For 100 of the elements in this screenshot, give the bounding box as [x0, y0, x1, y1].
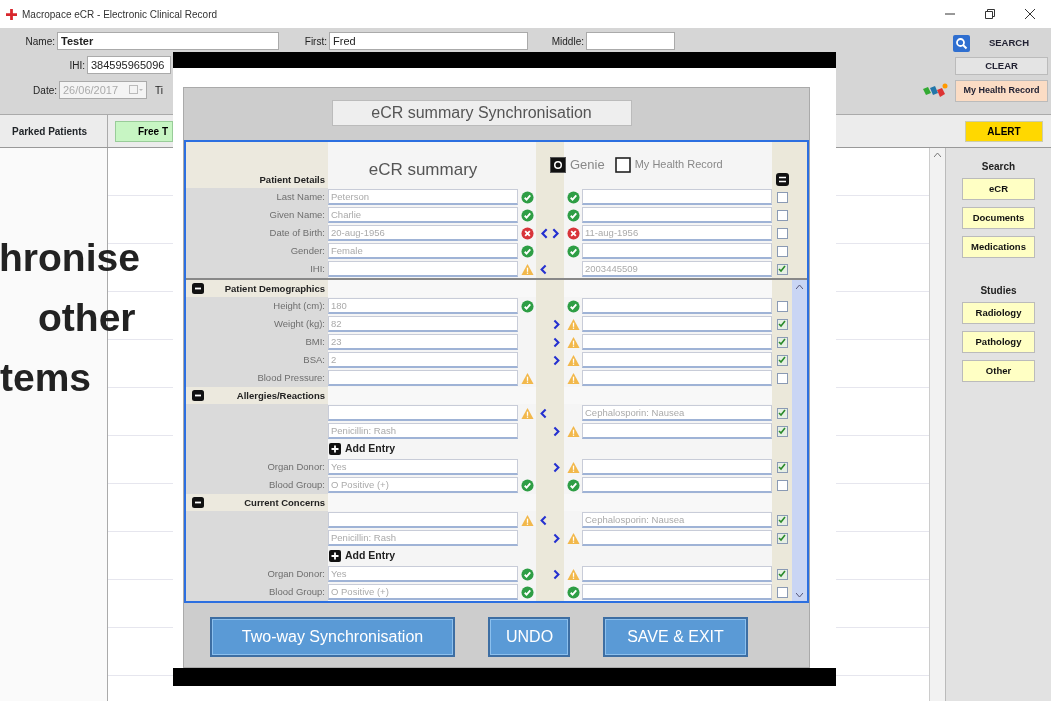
- text-field[interactable]: 82: [328, 316, 518, 332]
- text-field[interactable]: [582, 352, 772, 368]
- checkbox[interactable]: [776, 354, 788, 366]
- dialog-button[interactable]: UNDO: [488, 617, 570, 657]
- sidebar-button[interactable]: eCR: [962, 178, 1035, 200]
- search-icon[interactable]: [953, 34, 970, 52]
- text-field[interactable]: Charlie: [328, 207, 518, 223]
- text-field[interactable]: 20-aug-1956: [328, 225, 518, 241]
- free-text-button[interactable]: Free T: [115, 120, 173, 142]
- text-field[interactable]: [582, 298, 772, 314]
- dialog-button[interactable]: SAVE & EXIT: [603, 617, 748, 657]
- text-field[interactable]: Cephalosporin: Nausea: [582, 512, 772, 528]
- text-field[interactable]: Female: [328, 243, 518, 259]
- text-field[interactable]: Cephalosporin: Nausea: [582, 405, 772, 421]
- sidebar-button[interactable]: Other: [962, 360, 1035, 382]
- checkbox[interactable]: [776, 586, 788, 598]
- checkbox[interactable]: [776, 372, 788, 384]
- text-field[interactable]: [582, 189, 772, 205]
- text-field[interactable]: [328, 370, 518, 386]
- scroll-up-icon[interactable]: [934, 152, 941, 157]
- sidebar-button[interactable]: Medications: [962, 236, 1035, 258]
- text-field[interactable]: [582, 207, 772, 223]
- close-icon[interactable]: [1025, 9, 1035, 19]
- scrollbar[interactable]: [792, 278, 807, 601]
- text-field[interactable]: [582, 566, 772, 582]
- sidebar-button[interactable]: Radiology: [962, 302, 1035, 324]
- scroll-down-icon[interactable]: [796, 593, 803, 598]
- sidebar-button[interactable]: Documents: [962, 207, 1035, 229]
- collapse-icon[interactable]: [192, 497, 204, 508]
- arrow-left-icon[interactable]: [540, 514, 548, 526]
- restore-icon[interactable]: [985, 9, 995, 19]
- text-field[interactable]: 2: [328, 352, 518, 368]
- checkbox[interactable]: [776, 245, 788, 257]
- arrow-right-icon[interactable]: [552, 318, 560, 330]
- source-checkbox[interactable]: [614, 156, 631, 173]
- alert-button[interactable]: ALERT: [965, 120, 1043, 142]
- checkbox[interactable]: [776, 336, 788, 348]
- arrow-right-icon[interactable]: [552, 568, 560, 580]
- my-health-record-button[interactable]: My Health Record: [955, 80, 1048, 102]
- text-field[interactable]: Penicillin: Rash: [328, 423, 518, 439]
- checkbox[interactable]: [776, 300, 788, 312]
- text-field[interactable]: [582, 459, 772, 475]
- search-button[interactable]: SEARCH: [970, 34, 1048, 52]
- arrow-right-icon[interactable]: [552, 425, 560, 437]
- add-entry-button[interactable]: Add Entry: [328, 441, 396, 457]
- text-field[interactable]: Peterson: [328, 189, 518, 205]
- text-field[interactable]: [586, 32, 675, 50]
- text-field[interactable]: [328, 512, 518, 528]
- text-field[interactable]: 180: [328, 298, 518, 314]
- text-field[interactable]: [328, 405, 518, 421]
- source-checkbox[interactable]: [550, 156, 566, 173]
- text-field[interactable]: [582, 423, 772, 439]
- checkbox[interactable]: [776, 407, 788, 419]
- text-field[interactable]: [582, 584, 772, 600]
- checkbox[interactable]: [776, 461, 788, 473]
- text-field[interactable]: 23: [328, 334, 518, 350]
- checkbox[interactable]: [776, 568, 788, 580]
- text-field[interactable]: Yes: [328, 459, 518, 475]
- text-field[interactable]: Fred: [329, 32, 528, 50]
- collapse-icon[interactable]: [192, 390, 204, 401]
- text-field[interactable]: O Positive (+): [328, 477, 518, 493]
- arrow-right-icon[interactable]: [552, 532, 560, 544]
- text-field[interactable]: Tester: [57, 32, 279, 50]
- text-field[interactable]: [582, 243, 772, 259]
- dialog-button[interactable]: Two-way Synchronisation: [210, 617, 455, 657]
- text-field[interactable]: 384595965096: [87, 56, 171, 74]
- arrow-right-icon[interactable]: [552, 354, 560, 366]
- text-field[interactable]: 2003445509: [582, 261, 772, 277]
- checkbox[interactable]: [776, 263, 788, 275]
- checkbox[interactable]: [776, 209, 788, 221]
- add-entry-button[interactable]: Add Entry: [328, 548, 396, 564]
- checkbox[interactable]: [776, 425, 788, 437]
- checkbox[interactable]: [776, 479, 788, 491]
- text-field[interactable]: [582, 316, 772, 332]
- sidebar-button[interactable]: Pathology: [962, 331, 1035, 353]
- scroll-up-icon[interactable]: [796, 284, 803, 289]
- text-field[interactable]: 11-aug-1956: [582, 225, 772, 241]
- text-field[interactable]: [582, 530, 772, 546]
- checkbox[interactable]: [776, 318, 788, 330]
- double-arrow-icon[interactable]: [540, 227, 560, 239]
- arrow-left-icon[interactable]: [540, 263, 548, 275]
- text-field[interactable]: [328, 261, 518, 277]
- text-field[interactable]: [582, 334, 772, 350]
- text-field[interactable]: [582, 477, 772, 493]
- arrow-right-icon[interactable]: [552, 336, 560, 348]
- text-field[interactable]: O Positive (+): [328, 584, 518, 600]
- text-field[interactable]: Penicillin: Rash: [328, 530, 518, 546]
- arrow-right-icon[interactable]: [552, 461, 560, 473]
- checkbox[interactable]: [776, 532, 788, 544]
- text-field[interactable]: Yes: [328, 566, 518, 582]
- collapse-icon[interactable]: [192, 283, 204, 294]
- text-field[interactable]: [582, 370, 772, 386]
- bars-icon[interactable]: [775, 173, 789, 186]
- field-label: BMI:: [305, 336, 325, 347]
- checkbox[interactable]: [776, 191, 788, 203]
- checkbox[interactable]: [776, 514, 788, 526]
- arrow-left-icon[interactable]: [540, 407, 548, 419]
- scrollbar[interactable]: [929, 148, 945, 701]
- checkbox[interactable]: [776, 227, 788, 239]
- clear-button[interactable]: CLEAR: [955, 57, 1048, 75]
